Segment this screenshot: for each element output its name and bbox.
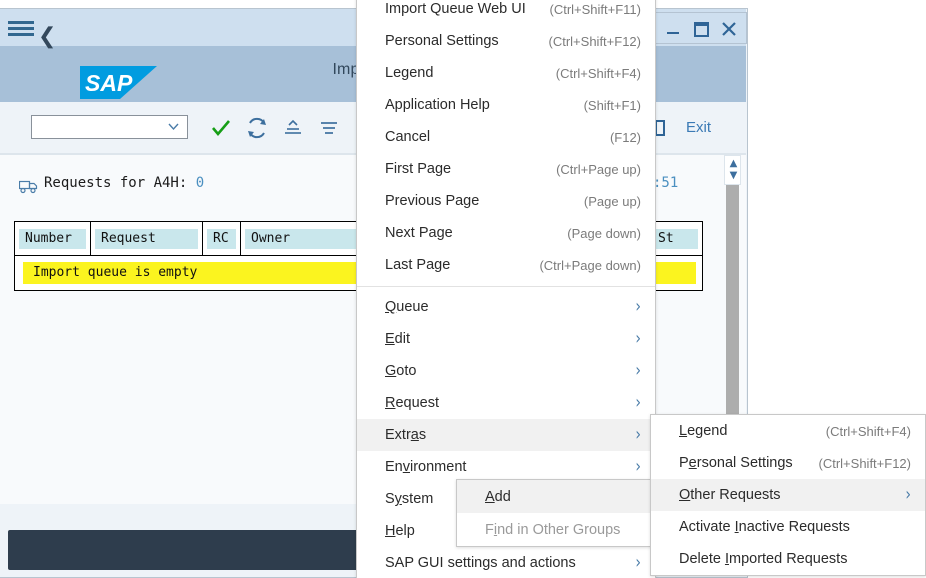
column-header-number[interactable]: Number — [15, 222, 91, 255]
check-icon[interactable] — [208, 115, 234, 141]
menu-item-label: Next Page — [385, 225, 453, 241]
exit-button[interactable]: Exit — [686, 119, 711, 136]
menu-item-label: Find in Other Groups — [485, 521, 621, 538]
menu-item-label: Request — [385, 395, 440, 411]
column-header-rc[interactable]: RC — [203, 222, 241, 255]
menu-item-shortcut: (Ctrl+Shift+F12) — [818, 455, 911, 471]
menu-item-last-page[interactable]: Last Page (Ctrl+Page down) — [357, 249, 655, 281]
sort-icon[interactable] — [316, 115, 342, 141]
window-caption-buttons — [652, 12, 747, 44]
chevron-right-icon: › — [635, 297, 641, 317]
menu-item-shortcut: (Page up) — [583, 193, 641, 209]
chevron-down-icon[interactable]: ▼ — [728, 171, 739, 181]
scroll-spinner[interactable]: ▲ ▼ — [724, 155, 741, 185]
chevron-right-icon: › — [635, 393, 641, 413]
screen-root: ❮ SAP Import Que — [0, 0, 926, 578]
menu-item-previous-page[interactable]: Previous Page (Page up) — [357, 185, 655, 217]
menu-item-shortcut: (Ctrl+Shift+F11) — [549, 1, 641, 17]
menu-item-shortcut: (Ctrl+Page down) — [539, 257, 641, 273]
menu-item-label: System — [385, 491, 434, 507]
chevron-right-icon: › — [635, 457, 641, 477]
menu-item-label: Personal Settings — [679, 455, 793, 471]
chevron-right-icon: › — [635, 425, 641, 445]
menu-item-sap-gui-settings-and-actions[interactable]: SAP GUI settings and actions › — [357, 547, 655, 578]
menu-item-shortcut: (Ctrl+Shift+F4) — [555, 65, 641, 81]
extras-submenu: Legend (Ctrl+Shift+F4) Personal Settings… — [650, 414, 926, 576]
column-header-label: Number — [19, 228, 86, 249]
menu-item-label: Add — [485, 488, 511, 505]
menu-item-shortcut: (Shift+F1) — [583, 97, 641, 113]
menu-item-label: Goto — [385, 363, 417, 379]
truck-icon — [18, 179, 38, 194]
menu-item-shortcut: (Page down) — [567, 225, 641, 241]
menu-item-activate-inactive-requests[interactable]: Activate Inactive Requests — [651, 511, 925, 543]
collapse-icon[interactable] — [280, 115, 306, 141]
command-field-select[interactable] — [31, 115, 188, 139]
menu-item-label: SAP GUI settings and actions — [385, 555, 576, 571]
menu-item-find-in-other-groups: Find in Other Groups — [457, 513, 655, 546]
menu-item-label: Legend — [385, 65, 434, 81]
column-header-label: RC — [207, 228, 236, 249]
menu-separator — [357, 286, 655, 287]
back-chevron-icon[interactable]: ❮ — [38, 26, 56, 48]
menu-item-label: Queue — [385, 299, 429, 315]
menu-item-edit[interactable]: Edit › — [357, 323, 655, 355]
menu-item-label: Extras — [385, 427, 427, 443]
column-header-request[interactable]: Request — [91, 222, 203, 255]
chevron-up-icon[interactable]: ▲ — [728, 159, 739, 169]
menu-item-other-requests[interactable]: Other Requests › — [651, 479, 925, 511]
menu-item-label: Personal Settings — [385, 33, 499, 49]
chevron-right-icon: › — [635, 553, 641, 573]
menu-item-label: Application Help — [385, 97, 490, 113]
requests-label: Requests for A4H: — [44, 175, 188, 191]
menu-item-label: Previous Page — [385, 193, 480, 209]
menu-item-personal-settings[interactable]: Personal Settings (Ctrl+Shift+F12) — [357, 25, 655, 57]
menu-item-extras-legend[interactable]: Legend (Ctrl+Shift+F4) — [651, 415, 925, 447]
requests-summary: Requests for A4H: 0 — [44, 175, 204, 191]
chevron-right-icon: › — [905, 485, 911, 505]
menu-item-label: Help — [385, 523, 415, 539]
menu-item-delete-imported-requests[interactable]: Delete Imported Requests — [651, 543, 925, 575]
menu-item-label: Last Page — [385, 257, 451, 273]
menu-item-request[interactable]: Request › — [357, 387, 655, 419]
chevron-down-icon — [167, 120, 180, 133]
chevron-right-icon: › — [635, 329, 641, 349]
menu-item-shortcut: (Ctrl+Shift+F4) — [825, 423, 911, 439]
menu-item-shortcut: (Ctrl+Page up) — [556, 161, 641, 177]
maximize-icon[interactable] — [689, 17, 713, 41]
chevron-right-icon: › — [635, 361, 641, 381]
menu-item-add[interactable]: Add — [457, 480, 655, 513]
requests-count: 0 — [195, 175, 205, 191]
add-submenu: Add Find in Other Groups — [456, 479, 656, 547]
menu-item-import-queue-web-ui[interactable]: Import Queue Web UI (Ctrl+Shift+F11) — [357, 0, 655, 25]
menu-item-shortcut: (F12) — [609, 129, 641, 145]
menu-item-application-help[interactable]: Application Help (Shift+F1) — [357, 89, 655, 121]
clipped-time-text: :51 — [653, 175, 679, 191]
column-header-st[interactable]: St — [648, 222, 702, 255]
menu-item-extras[interactable]: Extras › — [357, 419, 655, 451]
menu-item-label: Legend — [679, 423, 728, 439]
close-icon[interactable] — [717, 17, 741, 41]
menu-item-goto[interactable]: Goto › — [357, 355, 655, 387]
column-header-label: Request — [95, 228, 198, 249]
minimize-icon[interactable] — [661, 17, 685, 41]
refresh-icon[interactable] — [244, 115, 270, 141]
menu-item-label: Cancel — [385, 129, 431, 145]
menu-item-shortcut: (Ctrl+Shift+F12) — [548, 33, 641, 49]
menu-item-label: Edit — [385, 331, 410, 347]
menu-item-cancel[interactable]: Cancel (F12) — [357, 121, 655, 153]
hamburger-menu-icon[interactable] — [8, 21, 34, 37]
column-header-label: St — [652, 228, 698, 249]
menu-item-extras-personal-settings[interactable]: Personal Settings (Ctrl+Shift+F12) — [651, 447, 925, 479]
menu-item-label: Other Requests — [679, 487, 781, 503]
menu-item-label: Delete Imported Requests — [679, 551, 848, 567]
menu-item-first-page[interactable]: First Page (Ctrl+Page up) — [357, 153, 655, 185]
menu-item-queue[interactable]: Queue › — [357, 291, 655, 323]
menu-item-label: Environment — [385, 459, 467, 475]
menu-item-label: Import Queue Web UI — [385, 1, 526, 17]
menu-item-label: Activate Inactive Requests — [679, 519, 850, 535]
menu-item-next-page[interactable]: Next Page (Page down) — [357, 217, 655, 249]
menu-item-legend[interactable]: Legend (Ctrl+Shift+F4) — [357, 57, 655, 89]
menu-item-label: First Page — [385, 161, 452, 177]
